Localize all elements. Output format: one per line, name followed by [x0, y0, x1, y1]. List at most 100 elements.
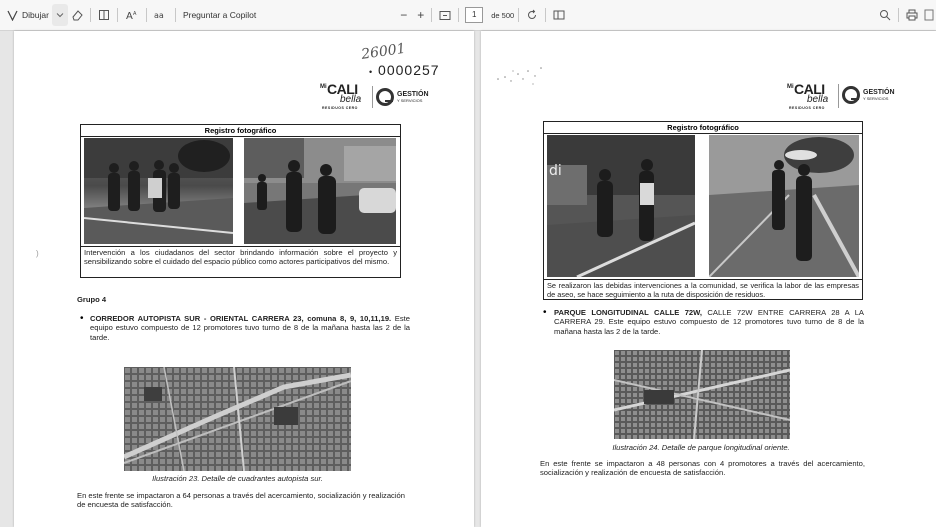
street-photo-3: di: [547, 135, 695, 277]
street-photo-1: [84, 138, 233, 244]
rotate-icon: [528, 9, 537, 19]
text-size-icon: AA: [126, 11, 137, 21]
fit-page-button[interactable]: [436, 4, 454, 26]
gs-logo-line2: Y SERVICIOS: [863, 96, 889, 101]
bullet-paragraph: CORREDOR AUTOPISTA SUR - ORIENTAL CARRER…: [90, 314, 410, 342]
chevron-down-icon: [56, 13, 64, 18]
aerial-map-23: [124, 367, 351, 471]
photo-people-icon: di: [547, 135, 695, 277]
caption-divider: [81, 246, 400, 247]
micali-logo-tagline: RESIDUOS CERO: [322, 106, 358, 110]
logo-divider: [372, 86, 373, 108]
print-button[interactable]: [903, 4, 921, 26]
closing-paragraph: En este frente se impactaron a 48 person…: [540, 459, 865, 478]
toolbar-divider: [145, 8, 147, 22]
toolbar-divider: [116, 8, 118, 22]
page-view-button[interactable]: [95, 4, 113, 26]
bullet-mark: •: [543, 307, 547, 318]
gs-logo-icon: [842, 86, 860, 104]
toolbar-divider: [518, 8, 520, 22]
two-page-icon: [553, 10, 565, 20]
street-photo-4: [709, 135, 859, 277]
photo-record-box: Registro fotográfico Intervención a los …: [80, 124, 401, 278]
save-icon: [924, 9, 934, 21]
closing-paragraph: En este frente se impactaron a 64 person…: [77, 491, 405, 510]
caption-divider: [544, 279, 862, 280]
scan-noise-mark: [497, 67, 542, 85]
zoom-out-button[interactable]: −: [397, 4, 410, 26]
photo-people-icon: [244, 138, 396, 244]
logo-divider: [838, 84, 839, 108]
page-number-input[interactable]: 1: [465, 7, 484, 23]
draw-dropdown[interactable]: [51, 4, 68, 26]
micali-logo-mi: Mi: [320, 84, 327, 90]
gs-logo-line2: Y SERVICIOS: [397, 98, 423, 103]
photo-people-icon: [84, 138, 233, 244]
photo-people-icon: [709, 135, 859, 277]
photo-record-title: Registro fotográfico: [544, 122, 862, 134]
gs-logo-icon: [376, 88, 394, 106]
page-total: de 500: [491, 10, 515, 20]
page-view-icon: [98, 10, 109, 20]
scan-mark: ): [36, 249, 39, 258]
zoom-in-button[interactable]: +: [414, 4, 427, 26]
save-button[interactable]: [921, 4, 936, 26]
aerial-map-image: [614, 350, 790, 439]
toolbar-divider: [89, 8, 91, 22]
search-button[interactable]: [876, 4, 894, 26]
search-icon: [880, 10, 891, 21]
micali-logo-bella: bella: [807, 94, 829, 105]
copilot-label: Preguntar a Copilot: [182, 10, 257, 20]
two-page-view-button[interactable]: [550, 4, 568, 26]
micali-logo-tagline: RESIDUOS CERO: [789, 106, 825, 110]
street-photo-2: [244, 138, 396, 244]
photo-caption: Se realizaron las debidas intervenciones…: [547, 281, 859, 299]
aerial-map-image: [124, 367, 351, 471]
toolbar-divider: [545, 8, 547, 22]
svg-text:26001: 26001: [359, 41, 406, 59]
rotate-button[interactable]: [523, 4, 541, 26]
svg-text:A: A: [133, 11, 137, 17]
svg-text:A: A: [126, 11, 133, 21]
micali-logo-mi: Mi: [787, 84, 794, 90]
bullet-mark: •: [80, 313, 84, 324]
read-aloud-icon: aa: [154, 11, 164, 20]
read-aloud-button[interactable]: aa: [151, 4, 171, 26]
toolbar-divider: [898, 8, 899, 22]
gs-logo-line1: GESTIÓN: [863, 89, 895, 96]
photo-record-box: Registro fotográfico di Se realizaron la…: [543, 121, 863, 300]
text-size-button[interactable]: AA: [122, 4, 142, 26]
map-caption: Ilustración 23. Detalle de cuadrantes au…: [152, 474, 323, 483]
toolbar-divider: [458, 8, 460, 22]
eraser-icon: [72, 10, 83, 21]
stamp-number-value: 0000257: [378, 62, 440, 78]
aerial-map-24: [614, 350, 790, 439]
toolbar-divider: [431, 8, 433, 22]
stamp-mark: •: [369, 67, 374, 77]
draw-icon: [7, 10, 18, 21]
gestion-servicios-logo: GESTIÓN Y SERVICIOS: [376, 88, 429, 106]
svg-text:di: di: [549, 163, 562, 179]
draw-label: Dibujar: [22, 10, 49, 20]
eraser-button[interactable]: [68, 4, 86, 26]
svg-text:aa: aa: [154, 11, 164, 20]
gestion-servicios-logo: GESTIÓN Y SERVICIOS: [842, 86, 895, 104]
gs-logo-line1: GESTIÓN: [397, 91, 429, 98]
micali-logo-bella: bella: [340, 94, 362, 105]
bullet-bold-text: PARQUE LONGITUDINAL CALLE 72W,: [554, 308, 703, 317]
photo-caption: Intervención a los ciudadanos del sector…: [84, 248, 397, 266]
handwritten-number: 26001: [359, 41, 406, 59]
draw-button[interactable]: Dibujar: [4, 4, 52, 26]
pdf-toolbar: Dibujar AA aa Preguntar a Copilot − + 1 …: [0, 0, 936, 31]
bullet-paragraph: PARQUE LONGITUDINAL CALLE 72W, CALLE 72W…: [554, 308, 864, 336]
pdf-page-1: 26001 • 0000257 Mi CALI bella RESIDUOS C…: [14, 31, 474, 527]
toolbar-divider: [174, 8, 176, 22]
pdf-page-2: Mi CALI bella RESIDUOS CERO GESTIÓN Y SER…: [481, 31, 936, 527]
stamp-number: • 0000257: [369, 62, 440, 78]
copilot-button[interactable]: Preguntar a Copilot: [180, 4, 259, 26]
print-icon: [906, 9, 918, 21]
fit-page-icon: [439, 10, 451, 20]
map-caption: Ilustración 24. Detalle de parque longit…: [612, 443, 790, 452]
photo-record-title: Registro fotográfico: [81, 125, 400, 137]
micali-logo: Mi CALI bella RESIDUOS CERO: [320, 81, 372, 111]
